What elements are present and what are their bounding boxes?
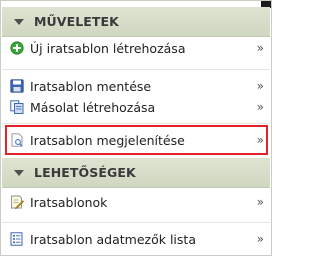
actions-panel: MŰVELETEK Új iratsablon létrehozása » Ir… — [0, 0, 272, 256]
item-label: Másolat létrehozása — [30, 99, 156, 115]
show-template-item[interactable]: Iratsablon megjelenítése » — [2, 129, 270, 151]
divider — [2, 222, 270, 223]
section-header-actions[interactable]: MŰVELETEK — [2, 7, 270, 37]
item-label: Új iratsablon létrehozása — [30, 40, 186, 56]
collapse-arrow-icon[interactable] — [14, 169, 24, 176]
chevron-right-icon: » — [256, 100, 264, 114]
chevron-right-icon: » — [256, 195, 264, 209]
item-label: Iratsablon megjelenítése — [30, 132, 185, 148]
chevron-right-icon: » — [256, 133, 264, 147]
chevron-right-icon: » — [256, 232, 264, 246]
templates-item[interactable]: Iratsablonok » — [2, 191, 270, 213]
copy-icon — [10, 100, 24, 114]
item-label: Iratsablonok — [30, 194, 108, 210]
chevron-right-icon: » — [256, 79, 264, 93]
collapse-arrow-icon[interactable] — [14, 18, 24, 25]
new-template-item[interactable]: Új iratsablon létrehozása » — [2, 37, 270, 59]
section-title: MŰVELETEK — [34, 14, 119, 29]
item-label: Iratsablon adatmezők lista — [30, 231, 196, 247]
template-datafields-list-item[interactable]: Iratsablon adatmezők lista » — [2, 228, 270, 250]
chevron-right-icon: » — [256, 41, 264, 55]
save-icon — [10, 79, 24, 93]
section-header-options[interactable]: LEHETŐSÉGEK — [2, 158, 270, 188]
save-template-item[interactable]: Iratsablon mentése » — [2, 75, 270, 97]
edit-document-icon — [10, 195, 25, 210]
item-label: Iratsablon mentése — [30, 78, 152, 94]
section-title: LEHETŐSÉGEK — [34, 165, 136, 180]
divider — [2, 69, 270, 70]
list-document-icon — [10, 232, 24, 246]
green-plus-icon — [10, 41, 24, 55]
preview-document-icon — [10, 133, 24, 147]
create-copy-item[interactable]: Másolat létrehozása » — [2, 96, 270, 118]
divider — [2, 123, 270, 124]
